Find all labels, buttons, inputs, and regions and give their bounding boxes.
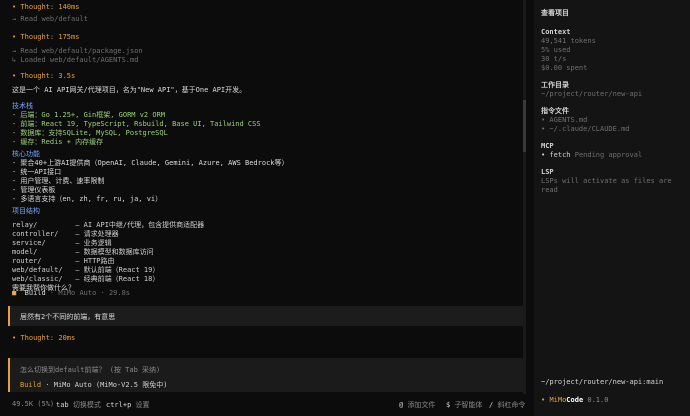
feature-item: - 聚合40+上游AI提供商（OpenAI, Claude, Gemini, A… bbox=[12, 159, 289, 167]
tech-item: - 后端：Go 1.25+, Gin框架, GORM v2 ORM bbox=[12, 111, 166, 119]
structure-item: web/classic/ — 经典前端（React 18） bbox=[12, 275, 160, 283]
tech-item: - 缓存：Redis + 内存缓存 bbox=[12, 138, 104, 146]
build-meta: · MiMo Auto · 29.8s bbox=[49, 289, 131, 297]
context-speed: 30 t/s bbox=[541, 55, 567, 63]
structure-item: controller/ — 请求处理器 bbox=[12, 230, 119, 238]
brand-version: • MiMoCode 0.1.0 bbox=[541, 396, 608, 405]
context-used: 5% used bbox=[541, 46, 571, 54]
sidebar-title: 查看项目 bbox=[541, 9, 569, 17]
status-bar: 49.5K (5%) tab 切换模式 ctrl+p 设置 @ 添加文件 $ 子… bbox=[0, 394, 534, 416]
thought-line: • Thought: 175ms bbox=[12, 33, 80, 41]
lsp-heading: LSP bbox=[541, 168, 554, 176]
mode-label: Build bbox=[20, 381, 42, 389]
scrollbar-thumb[interactable] bbox=[523, 100, 526, 152]
workdir-heading: 工作目录 bbox=[541, 81, 569, 89]
thought-line: • Thought: 140ms bbox=[12, 3, 80, 11]
tech-item: - 数据库：支持SQLite, MySQL, PostgreSQL bbox=[12, 129, 168, 137]
slash-command-label: 斜杠命令 bbox=[497, 401, 526, 409]
context-heading: Context bbox=[541, 28, 571, 36]
mode-indicator[interactable]: Build · MiMo Auto (MiMo-V2.5 限免中) bbox=[20, 380, 167, 390]
section-heading: 技术栈 bbox=[12, 102, 33, 110]
mcp-server[interactable]: • fetch Pending approval bbox=[541, 151, 684, 160]
structure-item: relay/ — AI API中继/代理，包含提供商适配器 bbox=[12, 221, 205, 229]
context-tokens: 49,541 tokens bbox=[541, 37, 596, 45]
ctrlp-key: ctrl+p bbox=[106, 401, 132, 409]
subagent-label: 子智能体 bbox=[454, 401, 483, 409]
path-branch: ~/project/router/new-api:main bbox=[541, 378, 664, 386]
context-spent: $0.00 spent bbox=[541, 64, 588, 72]
add-file-label: 添加文件 bbox=[407, 401, 436, 409]
feature-item: - 统一API接口 bbox=[12, 168, 62, 176]
chat-transcript: • Thought: 140ms → Read web/default • Th… bbox=[0, 0, 528, 394]
version: 0.1.0 bbox=[587, 396, 609, 404]
slash-key: / bbox=[489, 401, 494, 409]
user-message-text: 居然有2个不同的前端，有意思 bbox=[20, 313, 116, 321]
token-count: 49.5K (5%) bbox=[12, 400, 55, 408]
feature-item: - 管理仪表板 bbox=[12, 186, 56, 194]
tool-read-line: → Read web/default/package.json bbox=[12, 47, 143, 55]
build-label: Build bbox=[24, 289, 46, 297]
section-heading: 核心功能 bbox=[12, 150, 40, 158]
user-message: 居然有2个不同的前端，有意思 bbox=[8, 306, 523, 326]
intro-text: 这是一个 AI API网关/代理项目，名为"New API"，基于One API… bbox=[12, 86, 247, 94]
thought-line: • Thought: 3.5s bbox=[12, 72, 76, 80]
mcp-name: • fetch bbox=[541, 151, 571, 159]
prompt-input[interactable]: 怎么切换到default前端？ (按 Tab 采纳) Build · MiMo … bbox=[8, 358, 523, 392]
brand-dot-icon: • bbox=[541, 396, 546, 404]
thought-line: • Thought: 20ms bbox=[12, 334, 76, 342]
at-key: @ bbox=[399, 401, 404, 409]
brand-name-b: Code bbox=[566, 396, 584, 404]
instructions-heading: 指令文件 bbox=[541, 107, 569, 115]
instruction-file[interactable]: • ~/.claude/CLAUDE.md bbox=[541, 125, 684, 134]
dollar-key: $ bbox=[446, 401, 451, 409]
tab-shortcut-label: 切换模式 bbox=[72, 401, 101, 409]
sidebar: 查看项目 Context 49,541 tokens 5% used 30 t/… bbox=[534, 0, 690, 416]
model-label: · MiMo Auto (MiMo-V2.5 限免中) bbox=[45, 381, 168, 389]
brand-name-a: MiMo bbox=[549, 396, 567, 404]
structure-item: service/ — 业务逻辑 bbox=[12, 239, 112, 247]
tool-read-line: → Read web/default bbox=[12, 15, 88, 23]
tab-shortcut[interactable]: tab 切换模式 bbox=[56, 400, 101, 410]
lsp-status: LSPs will activate as files are read bbox=[541, 177, 672, 194]
build-square-icon: ■ bbox=[12, 289, 17, 297]
settings-shortcut[interactable]: ctrl+p 设置 bbox=[106, 400, 150, 410]
loaded-file-line: ↳ Loaded web/default/AGENTS.md bbox=[12, 56, 139, 64]
structure-item: router/ — HTTP路由 bbox=[12, 257, 115, 265]
tech-item: - 前端：React 19, TypeScript, Rsbuild, Base… bbox=[12, 120, 261, 128]
feature-item: - 多语言支持（en, zh, fr, ru, ja, vi） bbox=[12, 195, 163, 203]
workdir-path: ~/project/router/new-api bbox=[541, 90, 643, 98]
feature-item: - 用户管理、计费、速率限制 bbox=[12, 177, 105, 185]
subagent-shortcut[interactable]: $ 子智能体 bbox=[446, 400, 482, 410]
mcp-status: Pending approval bbox=[574, 151, 643, 159]
prompt-placeholder[interactable]: 怎么切换到default前端？ (按 Tab 采纳) bbox=[20, 365, 160, 375]
mcp-heading: MCP bbox=[541, 142, 554, 150]
build-footer: ■ Build · MiMo Auto · 29.8s bbox=[12, 289, 130, 298]
instruction-file[interactable]: • AGENTS.md bbox=[541, 116, 684, 125]
structure-item: web/default/ — 默认前端（React 19） bbox=[12, 266, 160, 274]
transcript-scrollbar[interactable] bbox=[523, 0, 526, 394]
add-file-shortcut[interactable]: @ 添加文件 bbox=[399, 400, 435, 410]
slash-command-shortcut[interactable]: / 斜杠命令 bbox=[489, 400, 525, 410]
section-heading: 项目结构 bbox=[12, 207, 40, 215]
brand-name: MiMoCode bbox=[549, 396, 583, 404]
settings-shortcut-label: 设置 bbox=[135, 401, 150, 409]
tab-key: tab bbox=[56, 401, 69, 409]
structure-item: model/ — 数据模型和数据库访问 bbox=[12, 248, 154, 256]
